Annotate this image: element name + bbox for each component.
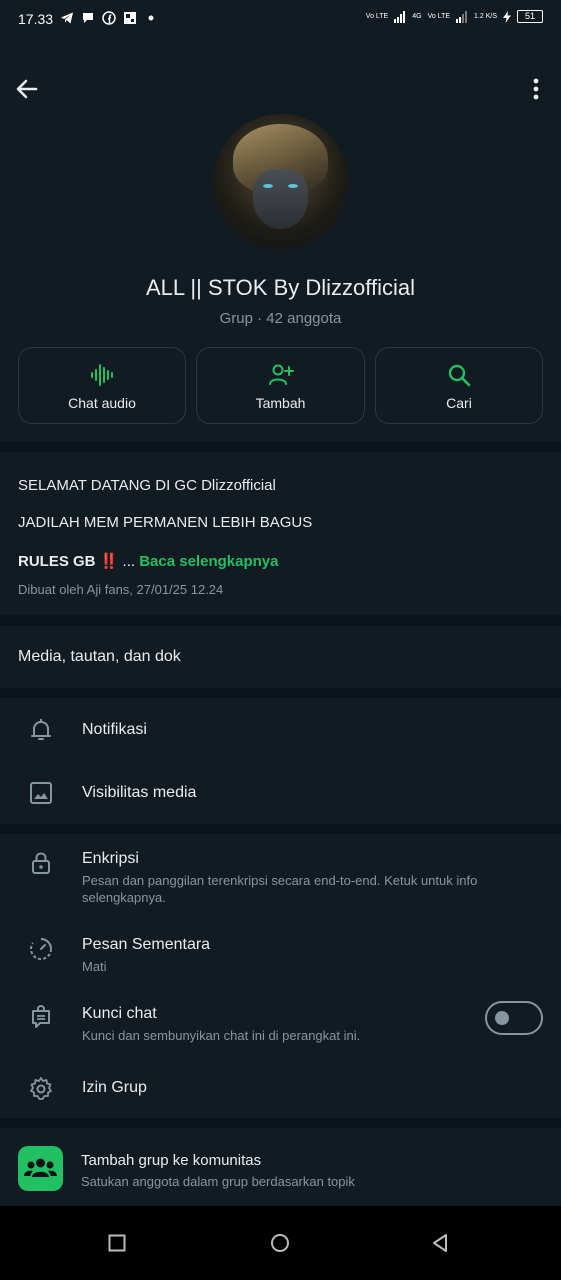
avatar-face [253,169,308,229]
community-subtitle: Satukan anggota dalam grup berdasarkan t… [81,1174,355,1189]
notifications-row[interactable]: Notifikasi [0,698,561,761]
search-label: Cari [446,395,472,411]
lock-icon [32,852,50,874]
signal-icon [456,10,468,23]
description-rules-line: RULES GB ‼️ ... Baca selengkapnya [18,552,278,570]
encryption-row[interactable]: Enkripsi Pesan dan panggilan terenkripsi… [0,834,561,920]
timer-icon [30,938,52,960]
network-label: 4G [412,13,422,20]
telegram-icon [61,12,73,24]
disappearing-messages-title: Pesan Sementara [82,936,211,953]
group-subtitle: Grup · 42 anggota [219,310,342,327]
media-visibility-row[interactable]: Visibilitas media [0,761,561,824]
system-status: Vo LTE 4G Vo LTE 1.2 K/S 51 [366,10,543,23]
media-visibility-label: Visibilitas media [82,784,197,801]
settings-group-2: Enkripsi Pesan dan panggilan terenkripsi… [0,834,561,1118]
chat-lock-row[interactable]: Kunci chat Kunci dan sembunyikan chat in… [0,988,561,1060]
group-permissions-row[interactable]: Izin Grup [0,1060,561,1118]
bell-icon [31,719,51,740]
signal-icon [394,10,406,23]
disappearing-messages-status: Mati [82,959,107,974]
encryption-title: Enkripsi [82,850,139,867]
system-navigation-bar [0,1206,561,1280]
add-member-label: Tambah [255,395,306,411]
avatar-eye [288,184,298,188]
people-icon [24,1158,57,1177]
search-button[interactable]: Cari [375,347,543,424]
rules-text: RULES GB [18,553,100,570]
created-by-text: Dibuat oleh Aji fans, 27/01/25 12.24 [18,582,224,597]
add-person-icon [268,364,294,385]
add-to-community-row[interactable]: Tambah grup ke komunitas Satukan anggota… [0,1128,561,1206]
dot-icon [148,15,154,21]
media-label: Media, tautan, dan dok [18,648,181,665]
group-description[interactable]: SELAMAT DATANG DI GC Dlizzofficial JADIL… [0,452,561,615]
gear-icon [30,1077,52,1100]
community-icon [18,1146,63,1191]
chat-audio-button[interactable]: Chat audio [18,347,186,424]
double-exclamation-emoji: ‼️ [99,553,119,570]
more-options-icon[interactable] [526,76,546,102]
group-name[interactable]: ALL || STOK By Dlizzofficial [0,275,561,301]
network-speed: 1.2 K/S [474,13,497,20]
add-member-button[interactable]: Tambah [196,347,365,424]
notification-icons [60,11,158,25]
encryption-subtitle: Pesan dan panggilan terenkripsi secara e… [82,873,478,905]
ellipsis: ... [118,553,140,570]
chat-lock-title: Kunci chat [82,1005,157,1022]
battery-indicator: 51 [517,10,543,23]
status-bar: 17.33 Vo LTE 4G Vo LTE 1.2 K/S 51 [0,0,561,40]
media-links-docs-row[interactable]: Media, tautan, dan dok [0,626,561,688]
audio-wave-icon [91,364,113,386]
notifications-label: Notifikasi [82,721,147,738]
read-more-link[interactable]: Baca selengkapnya [139,553,278,570]
back-nav-icon[interactable] [425,1228,455,1258]
chat-lock-toggle[interactable] [485,1001,543,1035]
toggle-knob [495,1011,509,1025]
chat-audio-label: Chat audio [68,395,136,411]
chat-icon [83,13,93,23]
group-avatar[interactable] [213,114,348,249]
description-line: JADILAH MEM PERMANEN LEBIH BAGUS [18,514,313,531]
recent-apps-icon[interactable] [102,1228,132,1258]
facebook-icon [102,11,116,25]
news-icon [124,12,136,24]
network-label: Vo LTE [427,13,451,20]
back-arrow-icon[interactable] [14,76,40,102]
chat-lock-subtitle: Kunci dan sembunyikan chat ini di perang… [82,1028,361,1043]
description-line: SELAMAT DATANG DI GC Dlizzofficial [18,477,276,494]
search-icon [448,364,471,387]
group-permissions-label: Izin Grup [82,1079,147,1096]
charging-icon [503,10,511,23]
avatar-eye [263,184,273,188]
network-label: Vo LTE [365,13,389,20]
home-icon[interactable] [265,1228,295,1258]
settings-group-1: Notifikasi Visibilitas media [0,698,561,824]
community-title: Tambah grup ke komunitas [81,1152,262,1169]
disappearing-messages-row[interactable]: Pesan Sementara Mati [0,920,561,988]
chat-lock-icon [32,1004,50,1028]
status-time: 17.33 [18,11,54,27]
image-icon [30,782,52,804]
